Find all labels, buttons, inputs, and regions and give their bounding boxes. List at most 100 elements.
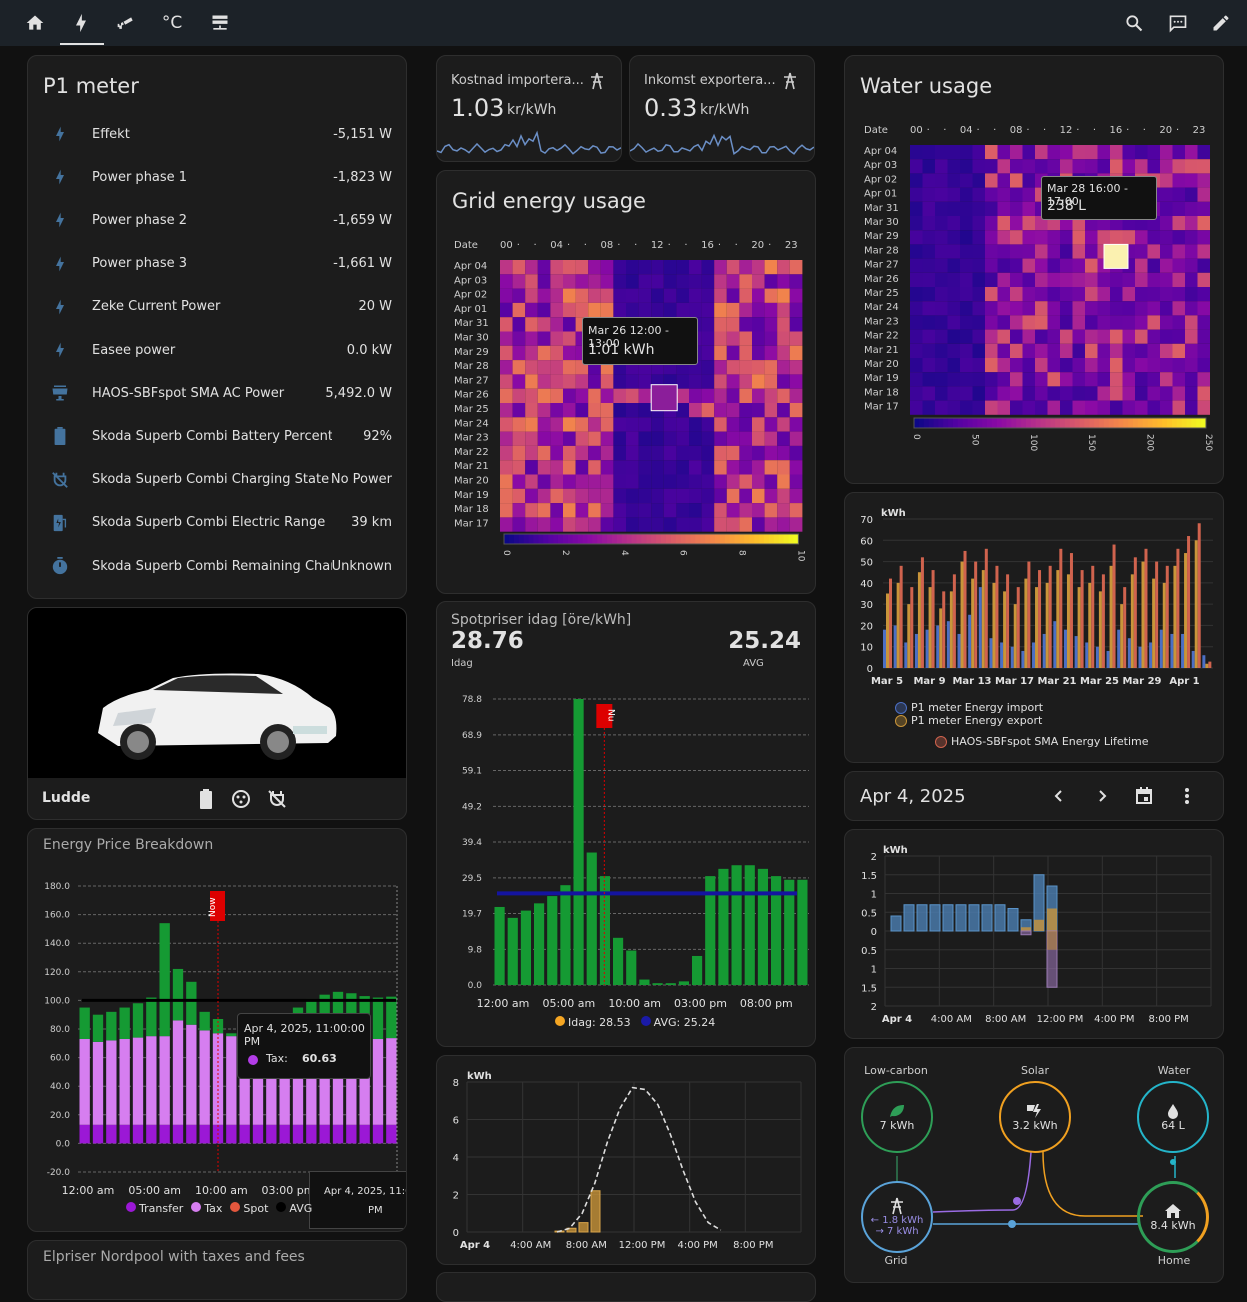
heatmap-cell[interactable] [922,301,936,316]
heatmap-cell[interactable] [1072,400,1086,415]
heatmap-cell[interactable] [663,274,677,289]
heatmap-cell[interactable] [500,445,513,461]
heatmap-cell[interactable] [537,388,551,403]
heatmap-cell[interactable] [1185,386,1198,401]
energy-bar[interactable] [968,614,972,668]
heatmap-cell[interactable] [922,287,936,302]
heatmap-cell[interactable] [1147,358,1161,373]
heatmap-cell[interactable] [1022,272,1036,287]
heatmap-cell[interactable] [588,274,601,289]
legend-item[interactable]: Tax [191,1202,222,1215]
heatmap-cell[interactable] [651,517,664,532]
heatmap-cell[interactable] [922,372,936,387]
heatmap-cell[interactable] [1147,258,1161,273]
heatmap-cell[interactable] [789,503,803,518]
heatmap-cell[interactable] [663,417,677,432]
heatmap-cell[interactable] [676,460,689,475]
heatmap-cell[interactable] [777,302,790,318]
heatmap-cell[interactable] [512,403,526,418]
heatmap-cell[interactable] [1197,159,1211,174]
heatmap-cell[interactable] [910,272,923,287]
heatmap-cell[interactable] [676,431,689,446]
heatmap-cell[interactable] [1160,244,1173,259]
heatmap-cell[interactable] [1185,343,1198,358]
breakdown-bar-transfer[interactable] [332,1124,344,1144]
heatmap-cell[interactable] [1160,272,1173,287]
energy-bar[interactable] [883,629,886,668]
heatmap-cell[interactable] [1085,358,1098,373]
heatmap-cell[interactable] [689,417,702,432]
thermometer-celsius-icon[interactable]: °C [158,9,186,37]
heatmap-cell[interactable] [789,403,803,418]
heatmap-cell[interactable] [714,302,727,318]
heatmap-cell[interactable] [1022,201,1036,216]
energy-bar[interactable] [896,582,900,668]
heatmap-cell[interactable] [1160,230,1173,245]
heatmap-cell[interactable] [550,288,563,303]
heatmap-cell[interactable] [550,331,563,346]
price-bar[interactable] [560,885,571,985]
heatmap-cell[interactable] [910,159,923,174]
heatmap-cell[interactable] [676,488,689,504]
energy-bar[interactable] [939,608,943,668]
heatmap-cell[interactable] [1147,372,1161,387]
heatmap-cell[interactable] [537,317,551,332]
energy-bar[interactable] [981,570,985,668]
heatmap-cell[interactable] [588,460,601,475]
energy-bar[interactable] [1069,553,1073,668]
heatmap-cell[interactable] [739,317,752,332]
heatmap-cell[interactable] [600,288,614,303]
heatmap-cell[interactable] [789,388,803,403]
heatmap-cell[interactable] [739,388,752,403]
import-bar[interactable] [903,904,915,932]
heatmap-cell[interactable] [563,445,576,461]
heatmap-cell[interactable] [1047,145,1061,160]
import-bar[interactable] [916,904,928,932]
heatmap-cell[interactable] [714,317,727,332]
breakdown-bar-spot[interactable] [372,997,384,1040]
spot-price-chart[interactable]: 0.0 9.8 19.7 29.5 39.4 49.2 59.1 68.9 78.8 Nu 12:0… [437,602,816,1047]
heatmap-cell[interactable] [777,260,790,275]
heatmap-cell[interactable] [947,315,961,330]
heatmap-cell[interactable] [563,360,576,375]
heatmap-cell[interactable] [922,230,936,245]
heatmap-cell[interactable] [972,386,986,401]
heatmap-cell[interactable] [1122,145,1136,160]
heatmap-cell[interactable] [1035,329,1048,344]
heatmap-cell[interactable] [689,374,702,389]
heatmap-cell[interactable] [1172,343,1186,358]
heatmap-cell[interactable] [1122,272,1136,287]
heatmap-cell[interactable] [910,315,923,330]
heatmap-cell[interactable] [1172,301,1186,316]
breakdown-bar-spot[interactable] [146,997,157,1037]
import-bar[interactable] [1007,908,1019,932]
heatmap-cell[interactable] [638,445,652,461]
heatmap-cell[interactable] [600,460,614,475]
heatmap-cell[interactable] [537,417,551,432]
heatmap-cell[interactable] [550,317,563,332]
heatmap-cell[interactable] [726,345,740,361]
energy-bar[interactable] [1155,561,1159,668]
heatmap-cell[interactable] [726,474,740,489]
heatmap-cell[interactable] [752,474,765,489]
heatmap-cell[interactable] [726,388,740,403]
heatmap-cell[interactable] [1060,372,1073,387]
heatmap-cell[interactable] [1135,372,1148,387]
heatmap-cell[interactable] [663,474,677,489]
breakdown-bar-transfer[interactable] [372,1124,384,1144]
heatmap-cell[interactable] [550,431,563,446]
breakdown-bar-tax[interactable] [106,1040,117,1125]
entity-row[interactable]: Škoda Superb Combi Electric Range 39 km [28,508,406,538]
energy-bar[interactable] [1184,553,1188,668]
heatmap-cell[interactable] [701,503,715,518]
heatmap-cell[interactable] [997,386,1011,401]
heatmap-cell[interactable] [638,474,652,489]
heatmap-cell[interactable] [1110,386,1123,401]
energy-bar[interactable] [1010,646,1014,668]
heatmap-cell[interactable] [1122,358,1136,373]
heatmap-cell[interactable] [947,386,961,401]
heatmap-cell[interactable] [537,474,551,489]
entity-row[interactable]: Škoda Superb Combi Charging State No Pow… [28,465,406,495]
heatmap-cell[interactable] [512,260,526,275]
heatmap-cell[interactable] [500,503,513,518]
